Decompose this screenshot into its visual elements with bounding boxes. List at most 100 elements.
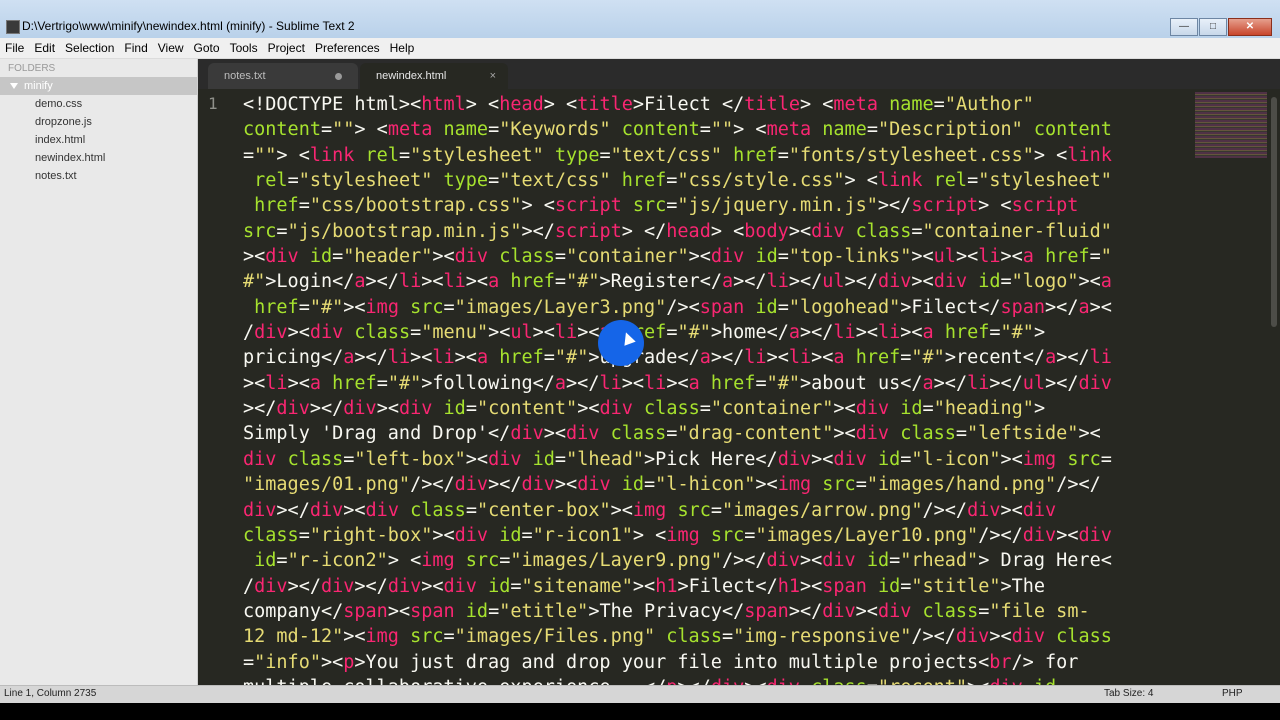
code-line[interactable]: =""> <link rel="stylesheet" type="text/c… xyxy=(243,143,1203,168)
code-line[interactable]: "images/01.png"/></div></div><div id="l-… xyxy=(243,472,1203,497)
menu-selection[interactable]: Selection xyxy=(60,38,119,56)
code-token: >< xyxy=(432,246,455,268)
code-token: id xyxy=(877,575,901,597)
code-token: = xyxy=(967,170,979,192)
menu-find[interactable]: Find xyxy=(119,38,152,56)
code-token: = xyxy=(276,550,288,572)
code-token: div xyxy=(777,448,812,470)
code-token: "stylesheet" xyxy=(978,170,1112,192)
code-line[interactable]: multiple collaborative experience...</p>… xyxy=(243,675,1203,685)
maximize-button[interactable]: □ xyxy=(1199,18,1227,36)
code-token: "logo" xyxy=(1011,271,1079,293)
menu-view[interactable]: View xyxy=(153,38,189,56)
code-line[interactable]: company</span><span id="etitle">The Priv… xyxy=(243,599,1203,624)
code-line[interactable]: 12 md-12"><img src="images/Files.png" cl… xyxy=(243,624,1203,649)
scrollbar-thumb[interactable] xyxy=(1271,97,1277,327)
sidebar-folder-minify[interactable]: minify xyxy=(0,77,197,95)
code-line[interactable]: <!DOCTYPE html><html> <head> <title>File… xyxy=(243,92,1203,117)
minimap[interactable] xyxy=(1195,92,1267,158)
syntax-indicator[interactable]: PHP xyxy=(1222,688,1243,699)
code-token: /></ xyxy=(721,550,767,572)
menu-edit[interactable]: Edit xyxy=(29,38,60,56)
code-line[interactable]: id="r-icon2"> <img src="images/Layer9.pn… xyxy=(243,548,1203,573)
code-line[interactable]: content=""> <meta name="Keywords" conten… xyxy=(243,117,1203,142)
code-token: = xyxy=(1089,246,1101,268)
code-token: div xyxy=(443,575,477,597)
code-editor[interactable]: 1 <!DOCTYPE html><html> <head> <title>Fi… xyxy=(198,89,1268,685)
code-token: = xyxy=(1000,271,1012,293)
sidebar-file-index-html[interactable]: index.html xyxy=(0,131,197,149)
menu-tools[interactable]: Tools xyxy=(225,38,263,56)
unsaved-dot-icon[interactable] xyxy=(335,73,342,80)
code-line[interactable]: src="js/bootstrap.min.js"></script> </he… xyxy=(243,219,1203,244)
status-bar: Line 1, Column 2735 Tab Size: 4 PHP xyxy=(0,685,1280,703)
code-token: script xyxy=(554,195,622,217)
code-token: />< xyxy=(666,296,700,318)
tab-newindex-html[interactable]: newindex.html × xyxy=(360,63,508,89)
code-line[interactable]: pricing</a></li><li><a href="#">upgrade<… xyxy=(243,345,1203,370)
code-line[interactable]: #">Login</a></li><li><a href="#">Registe… xyxy=(243,269,1203,294)
code-token: >< xyxy=(343,626,366,648)
close-button[interactable]: ✕ xyxy=(1228,18,1272,36)
code-token: = xyxy=(465,499,477,521)
code-token: div xyxy=(599,398,633,420)
code-token: "container" xyxy=(566,246,689,268)
code-token: span xyxy=(699,296,745,318)
code-token: ></ xyxy=(933,372,968,394)
code-line[interactable]: div></div><div class="center-box"><img s… xyxy=(243,498,1203,523)
code-line[interactable]: href="css/bootstrap.css"> <script src="j… xyxy=(243,193,1203,218)
minimize-button[interactable]: — xyxy=(1170,18,1198,36)
vertical-scrollbar[interactable] xyxy=(1268,89,1280,685)
folder-expand-icon[interactable] xyxy=(10,83,18,90)
code-token: ></ xyxy=(276,499,310,521)
menu-file[interactable]: File xyxy=(0,38,29,56)
code-token: div xyxy=(309,322,344,344)
tab-size-indicator[interactable]: Tab Size: 4 xyxy=(1104,688,1153,699)
code-line[interactable]: /div></div></div><div id="sitename"><h1>… xyxy=(243,574,1203,599)
menu-goto[interactable]: Goto xyxy=(189,38,225,56)
code-text[interactable]: <!DOCTYPE html><html> <head> <title>File… xyxy=(243,92,1203,685)
code-token: img xyxy=(421,550,455,572)
code-token: = xyxy=(543,347,555,369)
code-token: class xyxy=(811,677,867,685)
menu-preferences[interactable]: Preferences xyxy=(310,38,385,56)
code-token: script xyxy=(911,195,979,217)
code-line[interactable]: ><li><a href="#">following</a></li><li><… xyxy=(243,371,1203,396)
code-line[interactable]: href="#"><img src="images/Layer3.png"/><… xyxy=(243,295,1203,320)
tab-notes-txt[interactable]: notes.txt xyxy=(208,63,358,89)
code-token: = xyxy=(1100,448,1112,470)
code-token: >< xyxy=(465,448,489,470)
sidebar-file-notes-txt[interactable]: notes.txt xyxy=(0,167,197,185)
code-token: id xyxy=(499,524,522,546)
code-token: src xyxy=(1067,448,1101,470)
code-token: "l-hicon" xyxy=(655,474,756,496)
menu-project[interactable]: Project xyxy=(263,38,310,56)
code-line[interactable]: ><div id="header"><div class="container"… xyxy=(243,244,1203,269)
code-line[interactable]: rel="stylesheet" type="text/css" href="c… xyxy=(243,168,1203,193)
code-line[interactable]: Simply 'Drag and Drop'</div><div class="… xyxy=(243,421,1203,446)
code-token: id xyxy=(755,296,778,318)
sidebar-file-dropzone-js[interactable]: dropzone.js xyxy=(0,113,197,131)
tab-close-icon[interactable]: × xyxy=(490,63,496,89)
code-token: = xyxy=(465,398,477,420)
menu-help[interactable]: Help xyxy=(385,38,420,56)
code-token: > < xyxy=(521,195,555,217)
sidebar-file-demo-css[interactable]: demo.css xyxy=(0,95,197,113)
code-line[interactable]: /div><div class="menu"><ul><li><a href="… xyxy=(243,320,1203,345)
code-token: li xyxy=(1089,347,1112,369)
code-line[interactable]: class="right-box"><div id="r-icon1"> <im… xyxy=(243,523,1203,548)
code-token: div xyxy=(454,246,489,268)
code-line[interactable]: div class="left-box"><div id="lhead">Pic… xyxy=(243,447,1203,472)
code-token: = xyxy=(644,474,656,496)
code-token: >< xyxy=(967,677,989,685)
sidebar-file-newindex-html[interactable]: newindex.html xyxy=(0,149,197,167)
code-token: = xyxy=(699,398,711,420)
code-token: ></ xyxy=(566,372,600,394)
code-token: = xyxy=(666,195,678,217)
code-token: ></ xyxy=(1056,347,1090,369)
code-line[interactable]: ></div></div><div id="content"><div clas… xyxy=(243,396,1203,421)
code-token: >following</ xyxy=(421,372,555,394)
code-token: 12 md-12" xyxy=(243,626,344,648)
code-line[interactable]: ="info"><p>You just drag and drop your f… xyxy=(243,650,1203,675)
